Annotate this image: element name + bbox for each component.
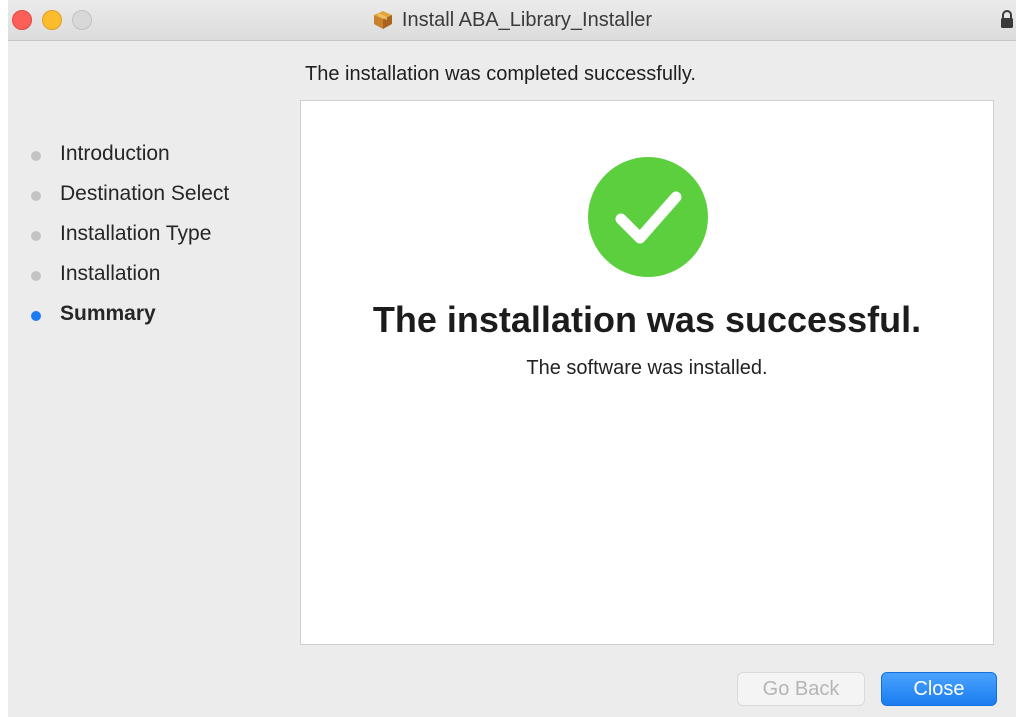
- step-bullet: [31, 151, 41, 161]
- success-check-icon: [588, 157, 708, 277]
- lock-icon: [1000, 9, 1014, 29]
- installer-steps-sidebar: Introduction Destination Select Installa…: [8, 136, 288, 336]
- go-back-button[interactable]: Go Back: [737, 672, 865, 706]
- step-label: Installation Type: [60, 222, 212, 245]
- sidebar-step-installation: Installation: [8, 256, 288, 296]
- installer-window: Install ABA_Library_Installer The instal…: [8, 0, 1016, 717]
- title-bar: Install ABA_Library_Installer: [8, 0, 1016, 41]
- step-label: Summary: [60, 302, 156, 325]
- step-label: Installation: [60, 262, 161, 285]
- sidebar-step-introduction: Introduction: [8, 136, 288, 176]
- active-step-bullet: [31, 311, 41, 321]
- step-bullet: [31, 231, 41, 241]
- sidebar-step-installation-type: Installation Type: [8, 216, 288, 256]
- success-subtitle: The software was installed.: [526, 357, 768, 379]
- window-title-group: Install ABA_Library_Installer: [8, 7, 1016, 33]
- close-button[interactable]: Close: [881, 672, 997, 706]
- success-title: The installation was successful.: [372, 299, 922, 340]
- step-label: Destination Select: [60, 182, 230, 205]
- step-bullet: [31, 271, 41, 281]
- summary-panel: The installation was successful. The sof…: [300, 100, 994, 645]
- step-heading: The installation was completed successfu…: [305, 63, 696, 85]
- sidebar-step-summary: Summary: [8, 296, 288, 336]
- sidebar-step-destination-select: Destination Select: [8, 176, 288, 216]
- step-label: Introduction: [60, 142, 170, 165]
- package-icon: [372, 9, 394, 31]
- window-title: Install ABA_Library_Installer: [401, 8, 653, 31]
- step-bullet: [31, 191, 41, 201]
